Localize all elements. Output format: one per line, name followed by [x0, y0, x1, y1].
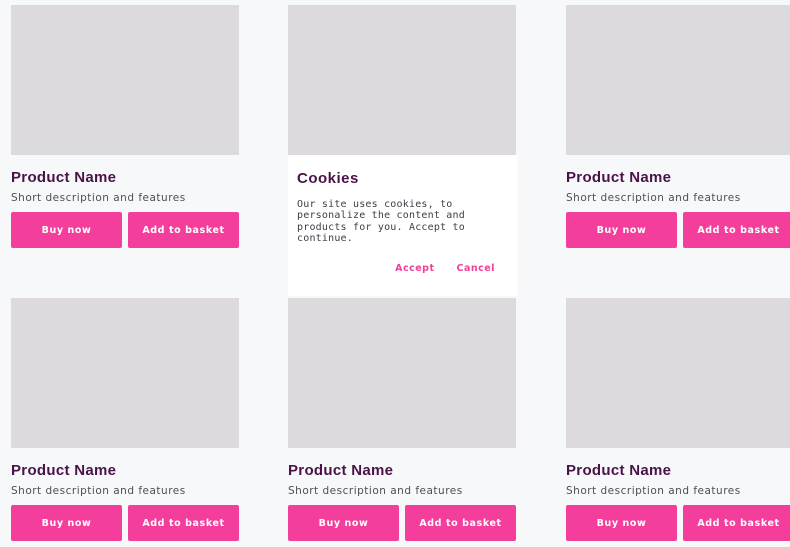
product-description: Short description and features — [288, 485, 463, 497]
add-to-basket-button[interactable]: Add to basket — [128, 212, 239, 248]
cookie-banner-message: Our site uses cookies, to personalize th… — [297, 199, 465, 244]
product-name: Product Name — [11, 169, 117, 186]
cookie-banner: Cookies Our site uses cookies, to person… — [288, 155, 517, 296]
product-image-placeholder — [11, 298, 239, 448]
product-actions: Buy now Add to basket — [288, 505, 516, 541]
buy-now-button[interactable]: Buy now — [11, 505, 122, 541]
product-card — [288, 5, 516, 155]
product-card: Product Name Short description and featu… — [566, 5, 790, 248]
product-image-placeholder — [566, 5, 790, 155]
add-to-basket-button[interactable]: Add to basket — [683, 212, 790, 248]
product-name: Product Name — [288, 462, 394, 479]
product-card: Product Name Short description and featu… — [11, 5, 239, 248]
product-name: Product Name — [11, 462, 117, 479]
cookie-banner-actions: Accept Cancel — [395, 263, 495, 274]
product-actions: Buy now Add to basket — [566, 505, 790, 541]
add-to-basket-button[interactable]: Add to basket — [405, 505, 516, 541]
product-image-placeholder — [566, 298, 790, 448]
cancel-cookies-button[interactable]: Cancel — [457, 263, 495, 274]
product-actions: Buy now Add to basket — [11, 505, 239, 541]
buy-now-button[interactable]: Buy now — [566, 505, 677, 541]
cookie-banner-title: Cookies — [297, 170, 359, 187]
buy-now-button[interactable]: Buy now — [288, 505, 399, 541]
product-description: Short description and features — [566, 192, 741, 204]
product-description: Short description and features — [11, 485, 186, 497]
product-name: Product Name — [566, 169, 672, 186]
product-description: Short description and features — [566, 485, 741, 497]
buy-now-button[interactable]: Buy now — [11, 212, 122, 248]
product-description: Short description and features — [11, 192, 186, 204]
accept-cookies-button[interactable]: Accept — [395, 263, 434, 274]
product-image-placeholder — [11, 5, 239, 155]
product-image-placeholder — [288, 5, 516, 155]
product-actions: Buy now Add to basket — [566, 212, 790, 248]
product-card: Product Name Short description and featu… — [11, 298, 239, 541]
product-image-placeholder — [288, 298, 516, 448]
product-card: Product Name Short description and featu… — [566, 298, 790, 541]
product-actions: Buy now Add to basket — [11, 212, 239, 248]
add-to-basket-button[interactable]: Add to basket — [128, 505, 239, 541]
product-grid-page: Product Name Short description and featu… — [0, 0, 790, 547]
buy-now-button[interactable]: Buy now — [566, 212, 677, 248]
product-card: Product Name Short description and featu… — [288, 298, 516, 541]
add-to-basket-button[interactable]: Add to basket — [683, 505, 790, 541]
product-name: Product Name — [566, 462, 672, 479]
